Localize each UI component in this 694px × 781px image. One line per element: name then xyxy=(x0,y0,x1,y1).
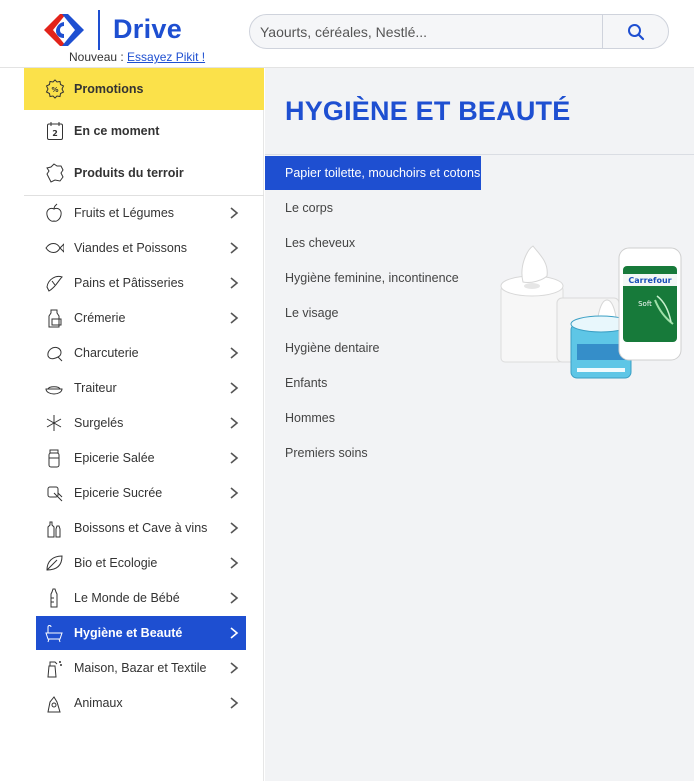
sidebar-item-le-monde-de-bébé[interactable]: Le Monde de Bébé xyxy=(36,581,246,615)
spray-icon xyxy=(43,657,65,679)
search-icon xyxy=(627,23,644,40)
search-input[interactable] xyxy=(260,15,600,48)
sidebar-item-label: Promotions xyxy=(74,82,144,96)
calendar-icon: 2 xyxy=(44,120,66,142)
category-product-image: Carrefour Soft xyxy=(497,236,687,396)
logo-separator xyxy=(98,10,100,50)
bottles-icon xyxy=(43,517,65,539)
sidebar-item-label: Animaux xyxy=(74,696,123,710)
chevron-right-icon xyxy=(222,452,246,464)
subcategory-item[interactable]: Hommes xyxy=(265,401,481,435)
sidebar-item-epicerie-sucrée[interactable]: Epicerie Sucrée xyxy=(36,476,246,510)
sidebar-item-label: Hygiène et Beauté xyxy=(74,626,183,640)
category-sidebar: % Promotions 2 En ce moment Produits du … xyxy=(24,68,264,781)
fish-icon xyxy=(43,237,65,259)
sidebar-item-label: Fruits et Légumes xyxy=(74,206,175,220)
svg-text:2: 2 xyxy=(52,129,58,138)
sidebar-item-crémerie[interactable]: Crémerie xyxy=(36,301,246,335)
sidebar-item-label: Maison, Bazar et Textile xyxy=(74,661,207,675)
brand-name: Drive xyxy=(113,14,183,44)
nouveau-promo: Nouveau : Essayez Pikit ! xyxy=(69,50,205,64)
chevron-right-icon xyxy=(222,522,246,534)
sidebar-item-animaux[interactable]: Animaux xyxy=(36,686,246,720)
chevron-right-icon xyxy=(222,662,246,674)
sidebar-item-fruits-et-légumes[interactable]: Fruits et Légumes xyxy=(36,196,246,230)
sidebar-item-label: Viandes et Poissons xyxy=(74,241,188,255)
product-brand-text: Carrefour xyxy=(628,276,671,285)
chevron-right-icon xyxy=(222,277,246,289)
chevron-right-icon xyxy=(222,347,246,359)
sidebar-item-charcuterie[interactable]: Charcuterie xyxy=(36,336,246,370)
france-map-icon xyxy=(44,162,66,184)
sidebar-item-traiteur[interactable]: Traiteur xyxy=(36,371,246,405)
pets-icon xyxy=(43,692,65,714)
sidebar-item-epicerie-salée[interactable]: Epicerie Salée xyxy=(36,441,246,475)
subcategory-item[interactable]: Premiers soins xyxy=(265,436,481,470)
svg-text:%: % xyxy=(51,86,58,94)
subcategory-item[interactable]: Le visage xyxy=(265,296,481,330)
header: Drive Nouveau : Essayez Pikit ! xyxy=(0,0,694,68)
chevron-right-icon xyxy=(222,697,246,709)
dish-icon xyxy=(43,377,65,399)
carrefour-logo-icon xyxy=(44,14,84,46)
sidebar-item-bio-et-ecologie[interactable]: Bio et Ecologie xyxy=(36,546,246,580)
ham-icon xyxy=(43,342,65,364)
sidebar-item-maison-bazar-et-textile[interactable]: Maison, Bazar et Textile xyxy=(36,651,246,685)
candy-icon xyxy=(43,482,65,504)
category-panel: HYGIÈNE ET BEAUTÉ Papier toilette, mouch… xyxy=(265,68,694,781)
sidebar-item-boissons-et-cave-à-vins[interactable]: Boissons et Cave à vins xyxy=(36,511,246,545)
sidebar-item-label: Pains et Pâtisseries xyxy=(74,276,184,290)
apple-icon xyxy=(43,202,65,224)
croissant-icon xyxy=(43,272,65,294)
sidebar-item-label: Surgelés xyxy=(74,416,124,430)
chevron-right-icon xyxy=(222,417,246,429)
product-pack-text: Soft xyxy=(638,300,652,308)
search-bar xyxy=(249,14,669,49)
sidebar-item-label: Produits du terroir xyxy=(74,166,184,180)
sidebar-item-surgelés[interactable]: Surgelés xyxy=(36,406,246,440)
pikit-link[interactable]: Essayez Pikit ! xyxy=(127,50,205,64)
leaf-icon xyxy=(43,552,65,574)
sidebar-item-label: Traiteur xyxy=(74,381,117,395)
subcategory-item[interactable]: Le corps xyxy=(265,191,481,225)
chevron-right-icon xyxy=(222,207,246,219)
chevron-right-icon xyxy=(222,312,246,324)
chevron-right-icon xyxy=(222,382,246,394)
sidebar-item-label: Epicerie Sucrée xyxy=(74,486,163,500)
sidebar-item-en-ce-moment[interactable]: 2 En ce moment xyxy=(24,110,264,152)
sidebar-item-label: Bio et Ecologie xyxy=(74,556,158,570)
chevron-right-icon xyxy=(222,242,246,254)
milk-bottle-icon xyxy=(43,307,65,329)
page-title: HYGIÈNE ET BEAUTÉ xyxy=(285,96,571,126)
nouveau-label: Nouveau : xyxy=(69,50,124,64)
subcategory-item[interactable]: Hygiène dentaire xyxy=(265,331,481,365)
subcategory-item[interactable]: Les cheveux xyxy=(265,226,481,260)
carrefour-logo[interactable]: Drive xyxy=(40,10,190,54)
sidebar-item-label: Boissons et Cave à vins xyxy=(74,521,208,535)
subcategory-item[interactable]: Hygiène feminine, incontinence xyxy=(265,261,481,295)
sidebar-item-label: Le Monde de Bébé xyxy=(74,591,180,605)
sidebar-item-produits-du-terroir[interactable]: Produits du terroir xyxy=(24,152,264,194)
chevron-right-icon xyxy=(222,557,246,569)
sidebar-item-label: En ce moment xyxy=(74,124,160,138)
sidebar-item-label: Crémerie xyxy=(74,311,126,325)
percent-badge-icon: % xyxy=(44,78,66,100)
bathtub-icon xyxy=(43,622,65,644)
snowflake-icon xyxy=(43,412,65,434)
sidebar-item-hygiène-et-beauté[interactable]: Hygiène et Beauté xyxy=(36,616,246,650)
chevron-right-icon xyxy=(222,487,246,499)
subcategory-item[interactable]: Enfants xyxy=(265,366,481,400)
subcategory-item[interactable]: Papier toilette, mouchoirs et cotons xyxy=(265,156,481,190)
chevron-right-icon xyxy=(222,592,246,604)
sidebar-item-label: Epicerie Salée xyxy=(74,451,155,465)
sidebar-item-promotions[interactable]: % Promotions xyxy=(24,68,264,110)
title-divider xyxy=(265,154,694,155)
search-button[interactable] xyxy=(602,15,668,48)
jar-icon xyxy=(43,447,65,469)
sidebar-item-viandes-et-poissons[interactable]: Viandes et Poissons xyxy=(36,231,246,265)
sidebar-item-label: Charcuterie xyxy=(74,346,139,360)
sidebar-item-pains-et-pâtisseries[interactable]: Pains et Pâtisseries xyxy=(36,266,246,300)
chevron-right-icon xyxy=(222,627,246,639)
baby-bottle-icon xyxy=(43,587,65,609)
